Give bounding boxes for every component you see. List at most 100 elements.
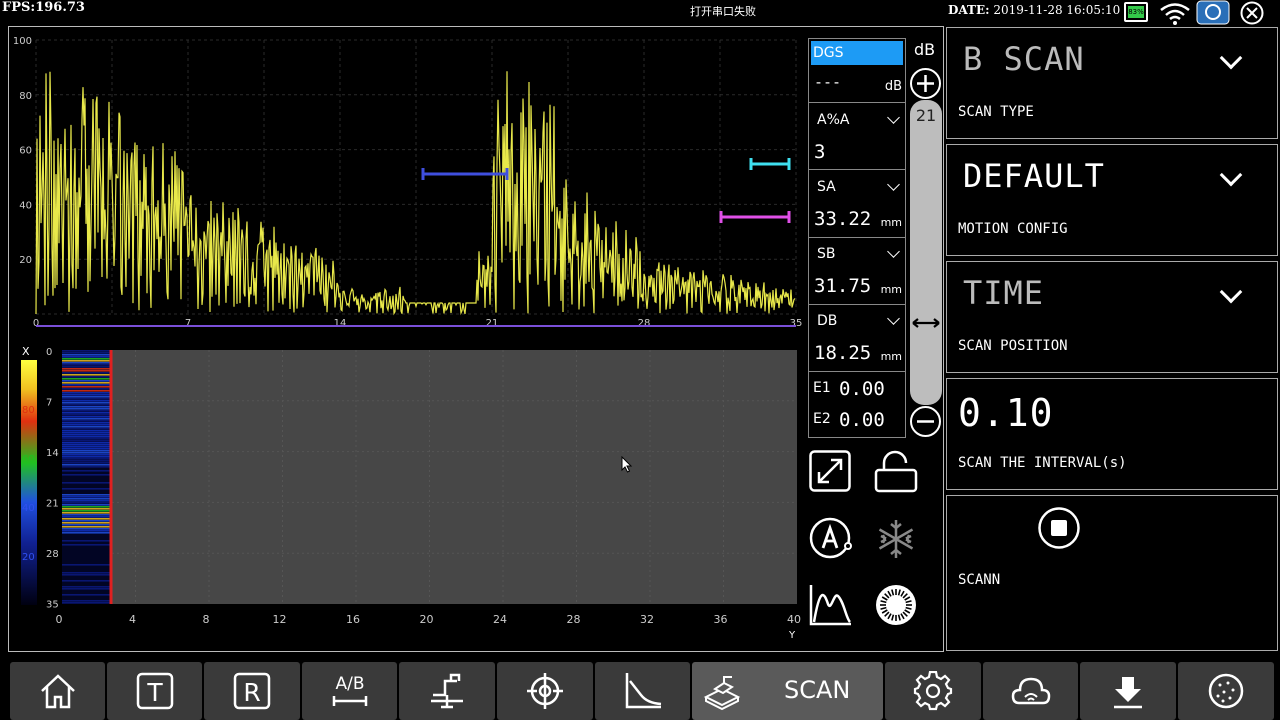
ascan-x-tick: 7 (185, 318, 191, 329)
scan-position-value: TIME (963, 274, 1045, 312)
home-icon (40, 674, 75, 709)
unlock-icon[interactable] (873, 450, 919, 494)
cloud-button[interactable] (983, 662, 1078, 720)
slider-handle-icon[interactable] (911, 316, 941, 330)
colorbar (21, 360, 37, 605)
ascan-y-tick: 60 (19, 146, 32, 157)
scan-type-value: B SCAN (963, 40, 1085, 78)
scan-interval-menu-item[interactable]: 0.10 SCAN THE INTERVAL(s) (946, 378, 1278, 490)
bscan-y-label: Y (788, 630, 796, 641)
db-label: DB (817, 313, 838, 329)
gain-minus-icon[interactable] (909, 405, 942, 438)
scan-control-label: SCANN (958, 572, 1001, 588)
aa-label: A%A (817, 112, 850, 128)
ascan-y-tick: 40 (19, 200, 32, 211)
bscan-y-tick: 28 (46, 549, 59, 560)
db-box[interactable]: DB 18.25 mm (809, 306, 905, 372)
gain-plus-icon[interactable] (909, 67, 942, 100)
battery-icon: 83% (1124, 2, 1148, 22)
t-mode-button[interactable]: T (107, 662, 202, 720)
motion-config-label: MOTION CONFIG (958, 221, 1068, 237)
home-button[interactable] (10, 662, 105, 720)
sa-box[interactable]: SA 33.22 mm (809, 172, 905, 238)
scan-type-menu-item[interactable]: B SCAN SCAN TYPE (946, 27, 1278, 139)
ab-gate-icon: A/B (332, 674, 367, 706)
colorbar-value: 60 (22, 454, 35, 465)
motion-config-menu-item[interactable]: DEFAULT MOTION CONFIG (946, 144, 1278, 256)
freeze-icon[interactable] (873, 516, 919, 562)
expand-icon[interactable] (809, 450, 851, 492)
curve-button[interactable] (595, 662, 690, 720)
bscan-y-tick: 7 (46, 398, 52, 409)
date-label: DATE: (948, 3, 990, 17)
bscan-x-tick: 8 (203, 613, 210, 626)
sa-chevron-down-icon[interactable] (887, 178, 900, 191)
date-value: 2019-11-28 16:05:10 (993, 3, 1121, 17)
aa-box[interactable]: A%A 3 (809, 105, 905, 170)
auto-gain-icon[interactable] (808, 516, 854, 562)
aa-value: 3 (814, 141, 826, 163)
sb-label: SB (817, 246, 836, 262)
mouse-pointer-icon (621, 456, 633, 473)
bscan-chart[interactable]: X 80 60 40 20 0 7 14 21 28 35 0 4 8 12 16 20 24 28 32 36 4… (12, 340, 802, 645)
bscan-y-tick: 21 (46, 499, 59, 510)
dotted-circle-icon (1208, 673, 1244, 709)
envelope-curve-icon[interactable] (808, 582, 854, 628)
gate-params-panel: DGS --- dB A%A 3 SA 33.22 mm SB 31.75 mm… (808, 38, 906, 438)
bscan-x-tick: 36 (714, 613, 728, 626)
e2-value: 0.00 (839, 409, 885, 431)
t-square-icon: T (136, 672, 173, 710)
settings-button[interactable] (885, 662, 981, 720)
stop-icon[interactable] (1037, 506, 1081, 550)
scan-control-menu-item[interactable]: SCANN (946, 495, 1278, 651)
r-mode-label: R (243, 678, 260, 707)
sa-label: SA (817, 179, 836, 195)
bscan-x-tick: 12 (273, 613, 287, 626)
db-chevron-down-icon[interactable] (887, 312, 900, 325)
sb-chevron-down-icon[interactable] (887, 245, 900, 258)
calibration-button[interactable] (497, 662, 593, 720)
bscan-y-axis: 0 7 14 21 28 35 (46, 347, 59, 611)
motion-config-value: DEFAULT (963, 157, 1105, 195)
bscan-x-tick: 20 (420, 613, 434, 626)
t-mode-label: T (146, 678, 163, 707)
bscan-y-tick: 35 (46, 600, 59, 611)
e2-label: E2 (813, 411, 831, 427)
target-icon (527, 673, 563, 709)
e1-label: E1 (813, 380, 831, 396)
probe-button[interactable] (399, 662, 495, 720)
status-message: 打开串口失败 (690, 5, 756, 18)
dial-icon[interactable] (873, 582, 919, 628)
usb-icon[interactable] (1196, 0, 1230, 25)
scan-interval-value: 0.10 (958, 391, 1054, 435)
dgs-box[interactable]: DGS --- dB (809, 39, 905, 103)
scan-type-chevron-down-icon[interactable] (1219, 46, 1243, 70)
close-icon[interactable] (1236, 1, 1268, 25)
scan-probe-icon (703, 676, 741, 711)
motion-config-chevron-down-icon[interactable] (1219, 163, 1243, 187)
ascan-chart[interactable]: 100 80 60 40 20 0 7 14 21 28 35 (12, 30, 802, 332)
scan-position-chevron-down-icon[interactable] (1219, 280, 1243, 304)
report-button[interactable] (1178, 662, 1274, 720)
ab-gate-button[interactable]: A/B (302, 662, 397, 720)
scan-button[interactable]: SCAN (692, 662, 883, 720)
sa-unit: mm (880, 216, 902, 229)
bscan-x-tick: 0 (56, 613, 63, 626)
ascan-y-axis: 100 80 60 40 20 (13, 36, 32, 266)
scan-position-menu-item[interactable]: TIME SCAN POSITION (946, 261, 1278, 373)
ascan-x-tick: 28 (638, 318, 651, 329)
ascan-y-tick: 80 (19, 91, 32, 102)
ascan-x-axis: 0 7 14 21 28 35 (33, 318, 802, 329)
sa-value: 33.22 (814, 208, 872, 230)
save-button[interactable] (1080, 662, 1176, 720)
bscan-x-tick: 24 (493, 613, 507, 626)
sb-box[interactable]: SB 31.75 mm (809, 239, 905, 305)
probe-icon (431, 673, 463, 709)
aa-chevron-down-icon[interactable] (887, 111, 900, 124)
wifi-icon (1160, 3, 1190, 25)
r-mode-button[interactable]: R (204, 662, 300, 720)
gain-slider[interactable] (910, 100, 942, 405)
bscan-x-label: X (22, 345, 30, 358)
ascan-y-tick: 100 (13, 36, 32, 47)
bscan-scan-data (62, 350, 110, 604)
